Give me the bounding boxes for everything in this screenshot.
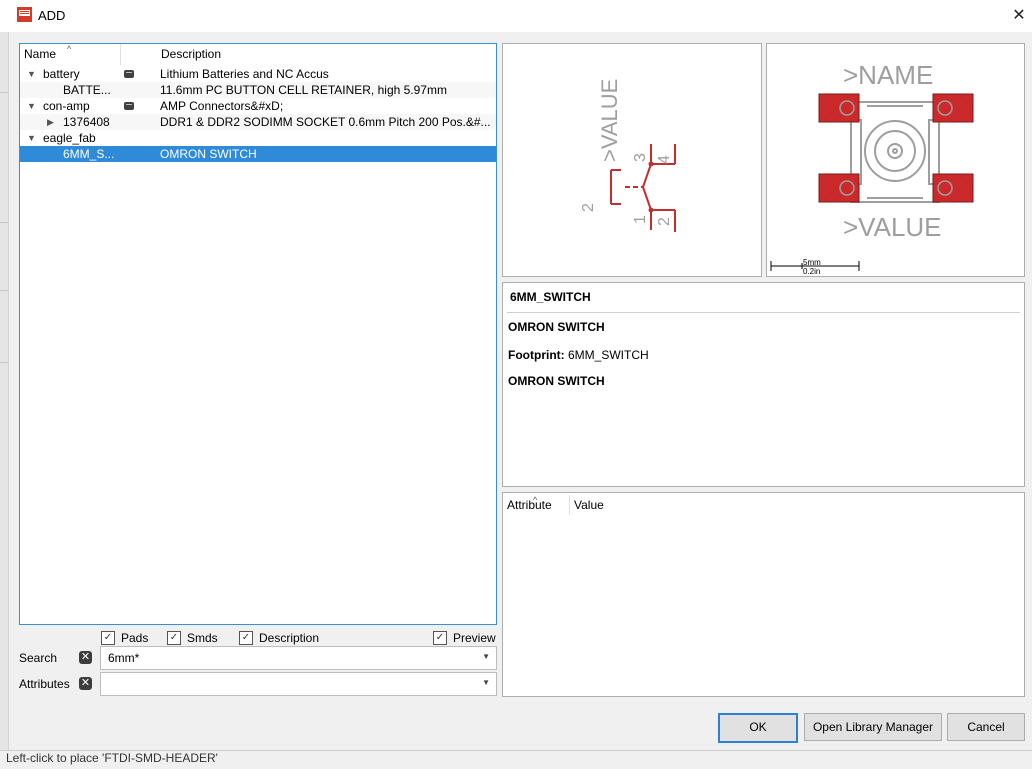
expand-right-icon[interactable]: ▶ — [47, 114, 54, 130]
close-icon[interactable]: ✕ — [1006, 4, 1032, 28]
checkmark-icon: ✓ — [167, 631, 181, 645]
open-library-manager-button[interactable]: Open Library Manager — [804, 713, 942, 741]
tree-row-name: 1376408 — [63, 115, 110, 129]
column-header-name[interactable]: Name ^ — [20, 44, 120, 65]
symbol-pin-2b: 2 — [656, 217, 673, 226]
device-info-pane: 6MM_SWITCH OMRON SWITCH Footprint: 6MM_S… — [502, 282, 1025, 487]
pads-label: Pads — [121, 631, 149, 645]
sort-ascending-icon: ^ — [533, 495, 538, 505]
search-value: 6mm* — [108, 651, 140, 665]
footprint-name-label: >NAME — [843, 60, 933, 90]
tree-row-description: AMP Connectors&#xD; — [160, 99, 284, 113]
symbol-pin-2: 2 — [580, 203, 597, 212]
tree-row-description: OMRON SWITCH — [160, 147, 257, 161]
tree-row-library[interactable]: ▼ con-amp AMP Connectors&#xD; — [20, 98, 496, 114]
search-label: Search — [19, 651, 58, 665]
attributes-label: Attributes — [19, 677, 70, 691]
column-header-value-label: Value — [574, 498, 604, 512]
expand-down-icon[interactable]: ▼ — [27, 130, 36, 146]
footprint-line: Footprint: 6MM_SWITCH — [508, 348, 649, 362]
smds-label: Smds — [187, 631, 218, 645]
expand-down-icon[interactable]: ▼ — [27, 98, 36, 114]
attributes-input[interactable]: ▼ — [100, 672, 497, 696]
column-header-name-label: Name — [24, 47, 57, 61]
footprint-value: 6MM_SWITCH — [568, 348, 649, 362]
tree-row-name: con-amp — [43, 99, 90, 113]
column-header-attribute[interactable]: Attribute ^ — [503, 493, 569, 515]
tree-row-library[interactable]: ▼ eagle_fab — [20, 130, 496, 146]
footprint-preview: >NAME >VALUE 5mm 0.2in — [766, 43, 1025, 277]
chevron-down-icon[interactable]: ▼ — [482, 652, 490, 661]
tree-row-name: BATTE... — [63, 83, 111, 97]
tree-row-name: battery — [43, 67, 80, 81]
eagle-sch-icon — [17, 7, 32, 22]
symbol-pin-4: 4 — [656, 155, 673, 164]
symbol-pin-3: 3 — [632, 153, 649, 162]
checkmark-icon: ✓ — [239, 631, 253, 645]
footprint-value-label: >VALUE — [843, 212, 942, 242]
device-name-title: 6MM_SWITCH — [510, 290, 591, 304]
column-header-description-label: Description — [161, 47, 222, 61]
package-description: OMRON SWITCH — [508, 374, 605, 388]
search-input[interactable]: 6mm* ▼ — [100, 646, 497, 670]
tree-row-description: 11.6mm PC BUTTON CELL RETAINER, high 5.9… — [160, 83, 447, 97]
clear-attributes-icon[interactable]: ✕ — [79, 677, 92, 690]
chevron-down-icon[interactable]: ▼ — [482, 678, 490, 687]
tree-row-device[interactable]: ▶ 1376408 DDR1 & DDR2 SODIMM SOCKET 0.6m… — [20, 114, 496, 130]
tree-row-name: 6MM_S... — [63, 147, 115, 161]
background-window-edge — [0, 32, 9, 750]
tree-row-library[interactable]: ▼ battery Lithium Batteries and NC Accus — [20, 66, 496, 82]
checkmark-icon: ✓ — [433, 631, 447, 645]
symbol-preview: >VALUE 2 3 4 1 2 — [502, 43, 762, 277]
sort-ascending-icon: ^ — [67, 44, 72, 54]
expand-down-icon[interactable]: ▼ — [27, 66, 36, 82]
tree-row-description: Lithium Batteries and NC Accus — [160, 67, 329, 81]
tree-row-description: DDR1 & DDR2 SODIMM SOCKET 0.6mm Pitch 20… — [160, 115, 491, 129]
tree-row-device[interactable]: BATTE... 11.6mm PC BUTTON CELL RETAINER,… — [20, 82, 496, 98]
description-label: Description — [259, 631, 320, 645]
status-text: Left-click to place 'FTDI-SMD-HEADER' — [6, 751, 218, 765]
library-tree[interactable]: Name ^ Description ▼ battery Lithium Bat… — [19, 43, 497, 625]
attribute-table[interactable]: Attribute ^ Value — [502, 492, 1025, 697]
info-divider — [507, 312, 1020, 313]
symbol-value-label: >VALUE — [597, 79, 622, 162]
library-in-use-icon — [124, 70, 134, 78]
ok-button[interactable]: OK — [718, 713, 798, 743]
preview-label: Preview — [453, 631, 496, 645]
column-header-description[interactable]: Description — [157, 44, 496, 65]
clear-search-icon[interactable]: ✕ — [79, 651, 92, 664]
library-in-use-icon — [124, 102, 134, 110]
checkmark-icon: ✓ — [101, 631, 115, 645]
cancel-button[interactable]: Cancel — [947, 713, 1025, 741]
tree-row-name: eagle_fab — [43, 131, 96, 145]
column-header-attribute-label: Attribute — [507, 498, 552, 512]
scale-mm-label: 5mm — [803, 258, 821, 267]
symbol-pin-1: 1 — [632, 215, 649, 224]
scale-in-label: 0.2in — [803, 267, 820, 276]
tree-row-device-selected[interactable]: 6MM_S... OMRON SWITCH — [20, 146, 496, 162]
window-title: ADD — [38, 8, 66, 23]
footprint-label: Footprint: — [508, 348, 565, 362]
title-bar — [0, 0, 1032, 32]
device-description: OMRON SWITCH — [508, 320, 605, 334]
